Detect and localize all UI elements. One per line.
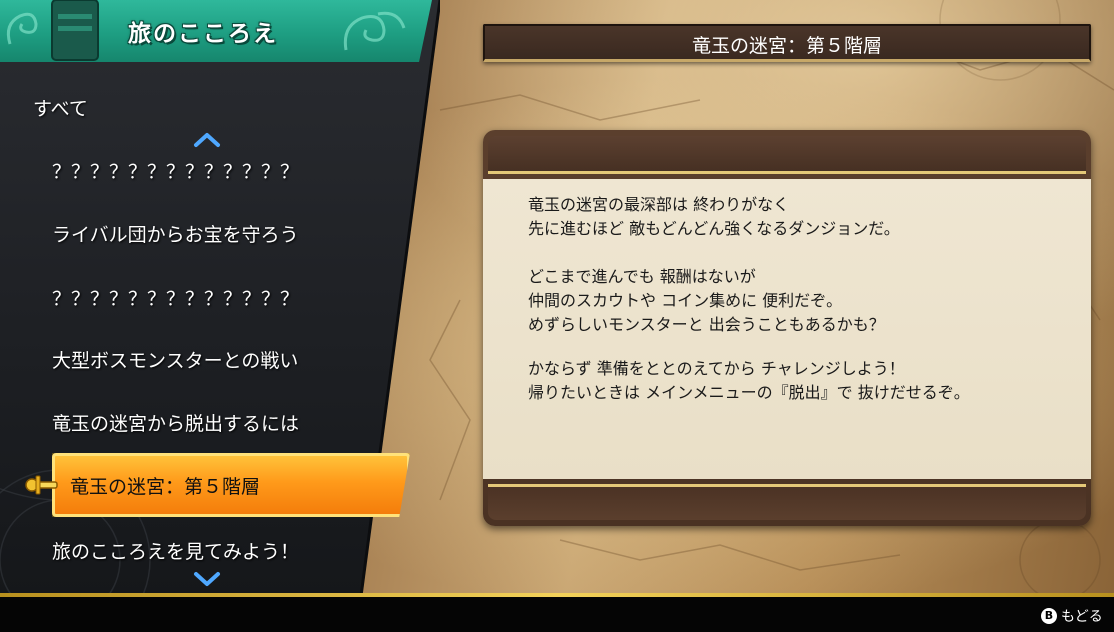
content-title-bar: 竜玉の迷宮：第５階層: [483, 24, 1091, 62]
selected-item-label: 竜玉の迷宮：第５階層: [70, 476, 261, 498]
swirl-ornament-icon: [343, 11, 406, 51]
book-icon: [51, 0, 99, 61]
footer-bar: [0, 597, 1114, 632]
content-title: 竜玉の迷宮：第５階層: [691, 35, 882, 57]
menu-item-boss-battle[interactable]: 大型ボスモンスターとの戦い: [52, 346, 298, 373]
description-panel-top: [488, 136, 1086, 174]
description-line: どこまで進んでも 報酬はないが: [528, 267, 756, 286]
menu-item-labyrinth-escape[interactable]: 竜玉の迷宮から脱出するには: [52, 409, 299, 436]
description-line: かならず 準備をととのえてから チャレンジしよう！: [528, 359, 905, 378]
menu-item-all[interactable]: すべて: [33, 94, 88, 121]
page-title: 旅のこころえ: [128, 21, 278, 47]
b-button-icon: B: [1041, 608, 1057, 624]
description-line: 先に進むほど 敵もどんどん強くなるダンジョンだ。: [528, 219, 900, 238]
description-panel-bottom: [488, 484, 1086, 520]
description-line: 帰りたいときは メインメニューの『脱出』で 抜けだせるぞ。: [528, 383, 970, 402]
scroll-down-arrow-icon[interactable]: [193, 570, 221, 588]
menu-item-view-tips[interactable]: 旅のこころえを見てみよう！: [52, 537, 299, 564]
menu-item-rival-treasure[interactable]: ライバル団からお宝を守ろう: [52, 220, 299, 247]
description-line: 仲間のスカウトや コイン集めに 便利だぞ。: [528, 291, 843, 310]
scroll-up-arrow-icon[interactable]: [193, 132, 221, 148]
description-line: 竜玉の迷宮の最深部は 終わりがなく: [528, 195, 790, 214]
description-line: めずらしいモンスターと 出会うこともあるかも？: [528, 315, 885, 334]
menu-item-unknown-1[interactable]: ？？？？？？？？？？？？？: [52, 157, 299, 184]
swirl-ornament-icon: [6, 12, 38, 45]
back-button-label: もどる: [1061, 609, 1103, 625]
back-button[interactable]: B もどる: [1041, 606, 1107, 626]
sword-cursor-icon: [25, 475, 58, 495]
menu-item-unknown-2[interactable]: ？？？？？？？？？？？？？: [52, 284, 299, 311]
